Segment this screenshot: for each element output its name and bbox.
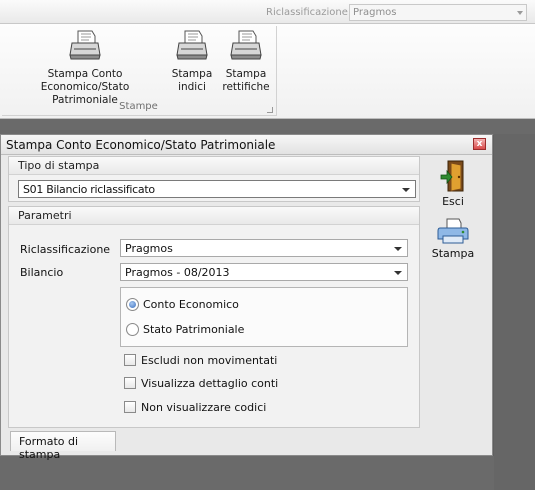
esci-button[interactable]: Esci [433, 159, 473, 208]
riclassificazione-top-combo[interactable]: Pragmos [349, 4, 527, 21]
group-launcher-icon[interactable] [267, 107, 273, 113]
bilancio-label: Bilancio [20, 266, 64, 279]
ribbon-group-stampe: Stampa Conto Economico/Stato Patrimonial… [2, 26, 277, 116]
tab-formato-di-stampa[interactable]: Formato di stampa [10, 431, 116, 461]
riclassificazione-top-label: Riclassificazione: [266, 7, 352, 18]
printer-icon [437, 218, 469, 244]
quick-access-bar: Riclassificazione: Pragmos [0, 0, 535, 24]
dialog-title: Stampa Conto Economico/Stato Patrimonial… [6, 138, 276, 152]
conto-economico-radio[interactable] [126, 298, 139, 311]
riclassificazione-label: Riclassificazione [20, 243, 111, 256]
riclassificazione-top-value: Pragmos [353, 7, 397, 18]
close-icon[interactable]: x [473, 138, 486, 150]
stampa-indici-button[interactable]: Stampa indici [170, 28, 214, 94]
visualizza-dettaglio-label: Visualizza dettaglio conti [141, 377, 279, 390]
exit-door-icon [440, 160, 464, 192]
print-dialog: Stampa Conto Economico/Stato Patrimonial… [0, 134, 493, 461]
parametri-title: Parametri [18, 209, 72, 222]
stampa-label: Stampa [431, 247, 475, 260]
tipo-stampa-select[interactable]: S01 Bilancio riclassificato [18, 180, 416, 198]
conto-economico-label: Conto Economico [143, 298, 239, 311]
tab-formato-di-stampa-label: Formato di stampa [19, 435, 79, 461]
stampa-button[interactable]: Stampa [429, 217, 477, 260]
printer-icon [176, 30, 208, 60]
esci-label: Esci [442, 195, 464, 208]
ribbon-group-title: Stampe [119, 101, 158, 112]
parametri-panel: Parametri Riclassificazione Pragmos Bila… [8, 206, 420, 428]
stampa-rettifiche-label-1: Stampa [225, 68, 267, 80]
report-type-radio-group: Conto Economico Stato Patrimoniale [120, 287, 408, 347]
stampa-rettifiche-label-2: rettifiche [222, 81, 270, 93]
stato-patrimoniale-label: Stato Patrimoniale [143, 323, 245, 336]
chevron-down-icon [394, 247, 402, 251]
non-visualizzare-codici-label: Non visualizzare codici [141, 401, 267, 414]
stampa-indici-label-2: indici [178, 81, 206, 93]
workspace-background-right [494, 134, 535, 490]
stampa-conto-economico-label-1: Stampa Conto Economico/Stato [40, 68, 130, 93]
chevron-down-icon [394, 271, 402, 275]
stampa-indici-label-1: Stampa [171, 68, 213, 80]
chevron-down-icon [402, 188, 410, 192]
tipo-stampa-title: Tipo di stampa [18, 159, 100, 172]
tipo-stampa-header: Tipo di stampa [9, 157, 419, 175]
escludi-non-movimentati-label: Escludi non movimentati [141, 354, 278, 367]
printer-icon [230, 30, 262, 60]
dialog-titlebar: Stampa Conto Economico/Stato Patrimonial… [1, 135, 492, 155]
tipo-stampa-panel: Tipo di stampa S01 Bilancio riclassifica… [8, 156, 420, 202]
escludi-non-movimentati-checkbox[interactable] [124, 354, 136, 366]
riclassificazione-value: Pragmos [125, 242, 173, 255]
riclassificazione-select[interactable]: Pragmos [120, 239, 408, 257]
parametri-header: Parametri [9, 207, 419, 225]
workspace-background [0, 119, 535, 135]
bilancio-select[interactable]: Pragmos - 08/2013 [120, 263, 408, 281]
chevron-down-icon [517, 11, 523, 15]
tipo-stampa-value: S01 Bilancio riclassificato [23, 183, 155, 196]
printer-icon [69, 30, 101, 60]
bilancio-value: Pragmos - 08/2013 [125, 266, 230, 279]
stato-patrimoniale-radio[interactable] [126, 323, 139, 336]
workspace-background-bottom [0, 456, 494, 490]
stampa-conto-economico-button[interactable]: Stampa Conto Economico/Stato Patrimonial… [8, 28, 162, 107]
stampa-rettifiche-button[interactable]: Stampa rettifiche [220, 28, 272, 94]
ribbon: Stampa Conto Economico/Stato Patrimonial… [0, 24, 535, 119]
non-visualizzare-codici-checkbox[interactable] [124, 401, 136, 413]
visualizza-dettaglio-checkbox[interactable] [124, 377, 136, 389]
